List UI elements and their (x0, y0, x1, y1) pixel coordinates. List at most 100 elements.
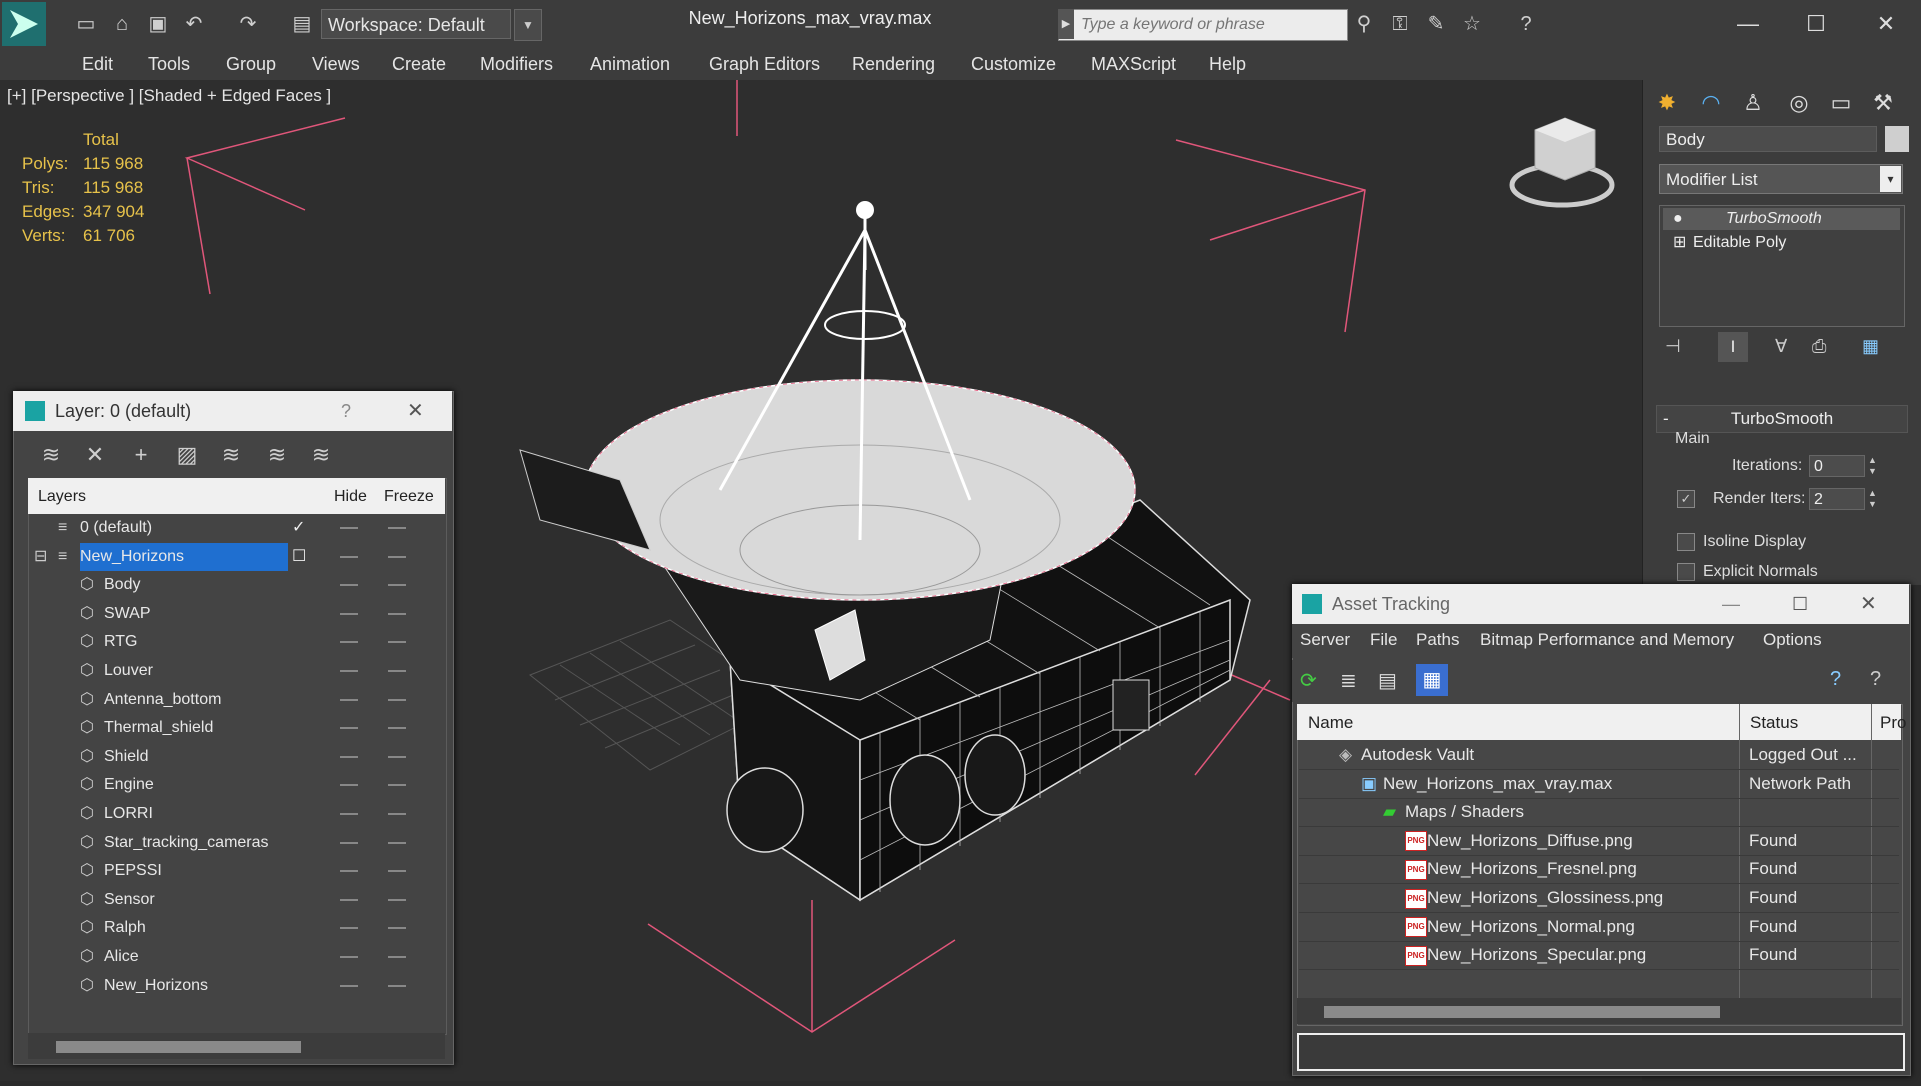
hide-toggle[interactable] (340, 727, 358, 730)
render-iters-spinner[interactable]: 2 (1809, 488, 1865, 510)
delete-layer-icon[interactable]: ✕ (80, 440, 110, 470)
freeze-toggle[interactable] (388, 641, 406, 644)
menu-animation[interactable]: Animation (590, 54, 670, 75)
freeze-toggle[interactable] (388, 870, 406, 873)
layer-row[interactable]: ⬡ Shield (30, 743, 442, 771)
key-icon[interactable]: ⚿ (1386, 10, 1414, 38)
layer-row[interactable]: ⬡ New_Horizons (30, 972, 442, 1000)
menu-create[interactable]: Create (392, 54, 446, 75)
hide-toggle[interactable] (340, 898, 358, 901)
menu-tools[interactable]: Tools (148, 54, 190, 75)
layer-settings-icon[interactable]: ≋ (36, 440, 66, 470)
configure-sets-icon[interactable]: ▦ (1862, 336, 1879, 357)
layer-row[interactable]: ≡ 0 (default) ✓ (30, 514, 442, 542)
menu-edit[interactable]: Edit (82, 54, 113, 75)
add-layer-icon[interactable]: + (126, 440, 156, 470)
turbosmooth-rollout[interactable]: - TurboSmooth (1656, 405, 1908, 433)
asset-row[interactable]: ▣ New_Horizons_max_vray.max Network Path (1299, 770, 1899, 799)
pin-stack-icon[interactable]: ⊣ (1665, 336, 1681, 357)
asset-scrollbar-thumb[interactable] (1324, 1006, 1720, 1018)
display-tab-icon[interactable]: ▭ (1824, 86, 1858, 120)
hide-toggle[interactable] (340, 841, 358, 844)
hide-toggle[interactable] (340, 612, 358, 615)
hide-toggle[interactable] (340, 641, 358, 644)
layer-row[interactable]: ⬡ Ralph (30, 914, 442, 942)
freeze-layers-icon[interactable]: ≋ (306, 440, 336, 470)
layer-row[interactable]: ≡ ⊟ New_Horizons ☐ (30, 542, 442, 571)
freeze-toggle[interactable] (388, 527, 406, 529)
search-input[interactable] (1079, 13, 1345, 37)
viewport-label[interactable]: [+] [Perspective ] [Shaded + Edged Faces… (7, 86, 331, 106)
asset-path-field[interactable] (1297, 1033, 1905, 1071)
column-status[interactable]: Status (1750, 713, 1798, 733)
menu-help[interactable]: Help (1209, 54, 1246, 75)
hide-toggle[interactable] (340, 784, 358, 787)
layer-row[interactable]: ⬡ Louver (30, 657, 442, 685)
help-icon[interactable]: ? (1512, 10, 1540, 38)
set-current-layer-icon[interactable]: ☐ (292, 543, 306, 571)
search-box[interactable] (1058, 9, 1348, 41)
hide-toggle[interactable] (340, 755, 358, 758)
hide-toggle[interactable] (340, 527, 358, 529)
explicit-normals-checkbox[interactable] (1677, 563, 1695, 581)
stack-item-editable-poly[interactable]: ⊞ Editable Poly (1663, 232, 1900, 254)
freeze-toggle[interactable] (388, 927, 406, 930)
spinner-arrows-icon[interactable]: ▲ ▼ (1868, 488, 1877, 510)
list-view-icon[interactable]: ≣ (1340, 668, 1357, 693)
menu-views[interactable]: Views (312, 54, 360, 75)
workspace-menu-icon[interactable]: ▼ (514, 9, 542, 41)
column-freeze[interactable]: Freeze (384, 488, 434, 506)
object-name-field[interactable]: Body (1659, 126, 1877, 152)
layer-help-button[interactable]: ? (341, 391, 351, 431)
menu-group[interactable]: Group (226, 54, 276, 75)
hide-toggle[interactable] (340, 984, 358, 987)
table-view-icon[interactable]: ▦ (1416, 664, 1448, 696)
column-hide[interactable]: Hide (334, 488, 367, 506)
menu-customize[interactable]: Customize (971, 54, 1056, 75)
column-layers[interactable]: Layers (38, 488, 86, 506)
menu-modifiers[interactable]: Modifiers (480, 54, 553, 75)
spinner-arrows-icon[interactable]: ▲ ▼ (1868, 455, 1877, 477)
create-tab-icon[interactable]: ✸ (1650, 86, 1684, 120)
menu-graph-editors[interactable]: Graph Editors (709, 54, 820, 75)
utilities-tab-icon[interactable]: ⚒ (1866, 86, 1900, 120)
search-expand-icon[interactable]: ▶ (1058, 9, 1074, 39)
freeze-toggle[interactable] (388, 698, 406, 701)
layer-scrollbar-thumb[interactable] (56, 1041, 301, 1053)
layer-row[interactable]: ⬡ Thermal_shield (30, 714, 442, 742)
asset-menu-paths[interactable]: Paths (1416, 630, 1459, 650)
freeze-toggle[interactable] (388, 898, 406, 901)
render-iters-checkbox[interactable]: ✓ (1677, 490, 1695, 508)
layer-row[interactable]: ⬡ Sensor (30, 886, 442, 914)
column-pro[interactable]: Pro (1880, 713, 1906, 733)
layer-row[interactable]: ⬡ Alice (30, 943, 442, 971)
collapse-icon[interactable]: ⊟ (34, 543, 47, 571)
hide-toggle[interactable] (340, 927, 358, 930)
hierarchy-tab-icon[interactable]: ♙ (1736, 86, 1770, 120)
collapse-icon[interactable]: - (1663, 406, 1669, 432)
freeze-toggle[interactable] (388, 612, 406, 615)
stack-item-turbosmooth[interactable]: ● TurboSmooth (1663, 208, 1900, 230)
asset-row[interactable]: PNG New_Horizons_Fresnel.png Found (1299, 855, 1899, 885)
new-file-icon[interactable]: ▭ (72, 10, 100, 38)
asset-menu-file[interactable]: File (1370, 630, 1397, 650)
asset-minimize-icon[interactable]: — (1722, 584, 1740, 624)
minimize-button[interactable]: — (1718, 4, 1778, 44)
asset-menu-server[interactable]: Server (1300, 630, 1350, 650)
freeze-toggle[interactable] (388, 784, 406, 787)
star-icon[interactable]: ☆ (1458, 10, 1486, 38)
freeze-toggle[interactable] (388, 755, 406, 758)
asset-dialog-titlebar[interactable]: Asset Tracking — ☐ ✕ (1292, 584, 1909, 624)
asset-row[interactable]: PNG New_Horizons_Specular.png Found (1299, 941, 1899, 971)
iterations-spinner[interactable]: 0 (1809, 455, 1865, 477)
menu-maxscript[interactable]: MAXScript (1091, 54, 1176, 75)
freeze-toggle[interactable] (388, 813, 406, 815)
close-button[interactable]: ✕ (1856, 4, 1916, 44)
asset-close-icon[interactable]: ✕ (1860, 584, 1877, 624)
layer-row[interactable]: ⬡ RTG (30, 628, 442, 656)
asset-row[interactable]: PNG New_Horizons_Normal.png Found (1299, 913, 1899, 942)
expand-icon[interactable]: ⊞ (1673, 232, 1686, 254)
select-layer-icon[interactable]: ▨ (172, 440, 202, 470)
asset-row[interactable]: PNG New_Horizons_Diffuse.png Found (1299, 827, 1899, 856)
hide-toggle[interactable] (340, 813, 358, 815)
